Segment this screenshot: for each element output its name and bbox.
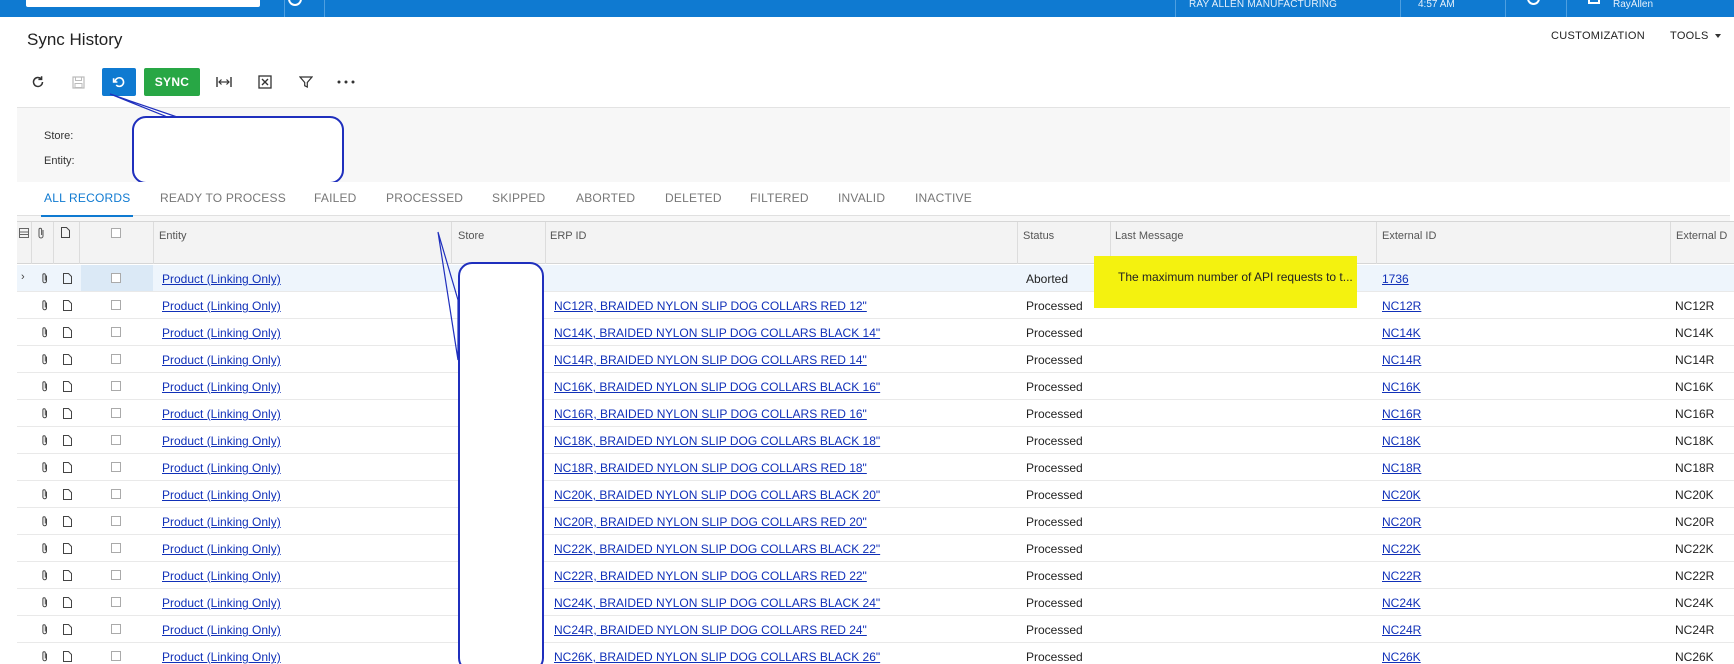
status-cell: Processed <box>1026 299 1083 313</box>
external-description-cell: NC24R <box>1675 623 1715 637</box>
external-id-link[interactable]: NC18K <box>1382 434 1421 448</box>
external-id-link[interactable]: NC16R <box>1382 407 1421 421</box>
external-description-cell: NC14K <box>1675 326 1714 340</box>
status-cell: Processed <box>1026 596 1083 610</box>
external-id-link[interactable]: NC12R <box>1382 299 1421 313</box>
external-id-link[interactable]: 1736 <box>1382 272 1409 286</box>
status-cell: Processed <box>1026 326 1083 340</box>
column-header-external-id[interactable]: External ID <box>1382 230 1436 242</box>
external-description-cell: NC20R <box>1675 515 1715 529</box>
external-id-link[interactable]: NC26K <box>1382 650 1421 664</box>
column-divider <box>1017 222 1018 264</box>
status-cell: Processed <box>1026 407 1083 421</box>
external-description-cell: NC18R <box>1675 461 1715 475</box>
external-description-cell: NC22R <box>1675 569 1715 583</box>
tools-menu[interactable]: TOOLS <box>1670 30 1721 42</box>
external-description-cell: NC14R <box>1675 353 1715 367</box>
external-description-cell: NC12R <box>1675 299 1715 313</box>
external-description-cell: NC22K <box>1675 542 1714 556</box>
external-id-link[interactable]: NC24R <box>1382 623 1421 637</box>
erp-id-link[interactable]: NC18K, BRAIDED NYLON SLIP DOG COLLARS BL… <box>554 434 880 448</box>
customization-menu[interactable]: CUSTOMIZATION <box>1551 30 1645 42</box>
sync-history-screen: RAY ALLEN MANUFACTURING 4:57 AM RayAllen… <box>0 0 1734 664</box>
status-cell: Processed <box>1026 434 1083 448</box>
erp-id-link[interactable]: NC26K, BRAIDED NYLON SLIP DOG COLLARS BL… <box>554 650 880 664</box>
erp-id-link[interactable]: NC20K, BRAIDED NYLON SLIP DOG COLLARS BL… <box>554 488 880 502</box>
current-time: 4:57 AM <box>1418 0 1455 10</box>
company-name[interactable]: RAY ALLEN MANUFACTURING <box>1189 0 1337 10</box>
status-cell: Processed <box>1026 569 1083 583</box>
external-description-cell: NC26K <box>1675 650 1714 664</box>
top-bar-divider <box>1400 0 1401 17</box>
status-cell: Processed <box>1026 515 1083 529</box>
chevron-down-icon <box>1714 34 1721 39</box>
status-cell: Processed <box>1026 542 1083 556</box>
user-name[interactable]: RayAllen <box>1613 0 1653 10</box>
status-cell: Processed <box>1026 461 1083 475</box>
status-cell: Processed <box>1026 380 1083 394</box>
column-header-status[interactable]: Status <box>1023 230 1054 242</box>
erp-id-link[interactable]: NC16K, BRAIDED NYLON SLIP DOG COLLARS BL… <box>554 380 880 394</box>
external-id-link[interactable]: NC22K <box>1382 542 1421 556</box>
erp-id-link[interactable]: NC20R, BRAIDED NYLON SLIP DOG COLLARS RE… <box>554 515 867 529</box>
tab-invalid[interactable]: INVALID <box>838 191 885 205</box>
tools-label: TOOLS <box>1670 30 1709 42</box>
column-divider <box>1376 222 1377 264</box>
tab-filtered[interactable]: FILTERED <box>750 191 809 205</box>
status-cell: Processed <box>1026 488 1083 502</box>
erp-id-link[interactable]: NC18R, BRAIDED NYLON SLIP DOG COLLARS RE… <box>554 461 867 475</box>
top-bar-divider <box>1175 0 1176 17</box>
last-message-cell[interactable]: The maximum number of API requests to t.… <box>1118 270 1353 284</box>
external-id-link[interactable]: NC16K <box>1382 380 1421 394</box>
external-description-cell: NC18K <box>1675 434 1714 448</box>
top-bar-divider <box>1566 0 1567 17</box>
erp-id-link[interactable]: NC24K, BRAIDED NYLON SLIP DOG COLLARS BL… <box>554 596 880 610</box>
status-cell: Processed <box>1026 623 1083 637</box>
external-description-cell: NC24K <box>1675 596 1714 610</box>
notification-icon[interactable] <box>1527 0 1540 5</box>
external-description-cell: NC20K <box>1675 488 1714 502</box>
external-description-cell: NC16R <box>1675 407 1715 421</box>
vertical-callout-box <box>458 262 544 664</box>
erp-id-link[interactable]: NC22K, BRAIDED NYLON SLIP DOG COLLARS BL… <box>554 542 880 556</box>
top-bar-divider <box>1505 0 1506 17</box>
external-id-link[interactable]: NC20R <box>1382 515 1421 529</box>
erp-id-link[interactable]: NC16R, BRAIDED NYLON SLIP DOG COLLARS RE… <box>554 407 867 421</box>
column-divider <box>1670 222 1671 264</box>
status-cell: Processed <box>1026 650 1083 664</box>
tab-inactive[interactable]: INACTIVE <box>915 191 972 205</box>
status-cell: Processed <box>1026 353 1083 367</box>
erp-id-link[interactable]: NC14K, BRAIDED NYLON SLIP DOG COLLARS BL… <box>554 326 880 340</box>
external-id-link[interactable]: NC24K <box>1382 596 1421 610</box>
external-id-link[interactable]: NC14K <box>1382 326 1421 340</box>
external-description-cell: NC16K <box>1675 380 1714 394</box>
external-id-link[interactable]: NC18R <box>1382 461 1421 475</box>
external-id-link[interactable]: NC14R <box>1382 353 1421 367</box>
erp-id-link[interactable]: NC24R, BRAIDED NYLON SLIP DOG COLLARS RE… <box>554 623 867 637</box>
erp-id-link[interactable]: NC14R, BRAIDED NYLON SLIP DOG COLLARS RE… <box>554 353 867 367</box>
external-id-link[interactable]: NC20K <box>1382 488 1421 502</box>
column-header-external-description[interactable]: External D <box>1676 230 1727 242</box>
tab-deleted[interactable]: DELETED <box>665 191 722 205</box>
erp-id-link[interactable]: NC12R, BRAIDED NYLON SLIP DOG COLLARS RE… <box>554 299 867 313</box>
erp-id-link[interactable]: NC22R, BRAIDED NYLON SLIP DOG COLLARS RE… <box>554 569 867 583</box>
column-header-last-message[interactable]: Last Message <box>1115 230 1183 242</box>
user-icon <box>1588 0 1600 4</box>
status-cell: Aborted <box>1026 272 1069 286</box>
external-id-link[interactable]: NC22R <box>1382 569 1421 583</box>
